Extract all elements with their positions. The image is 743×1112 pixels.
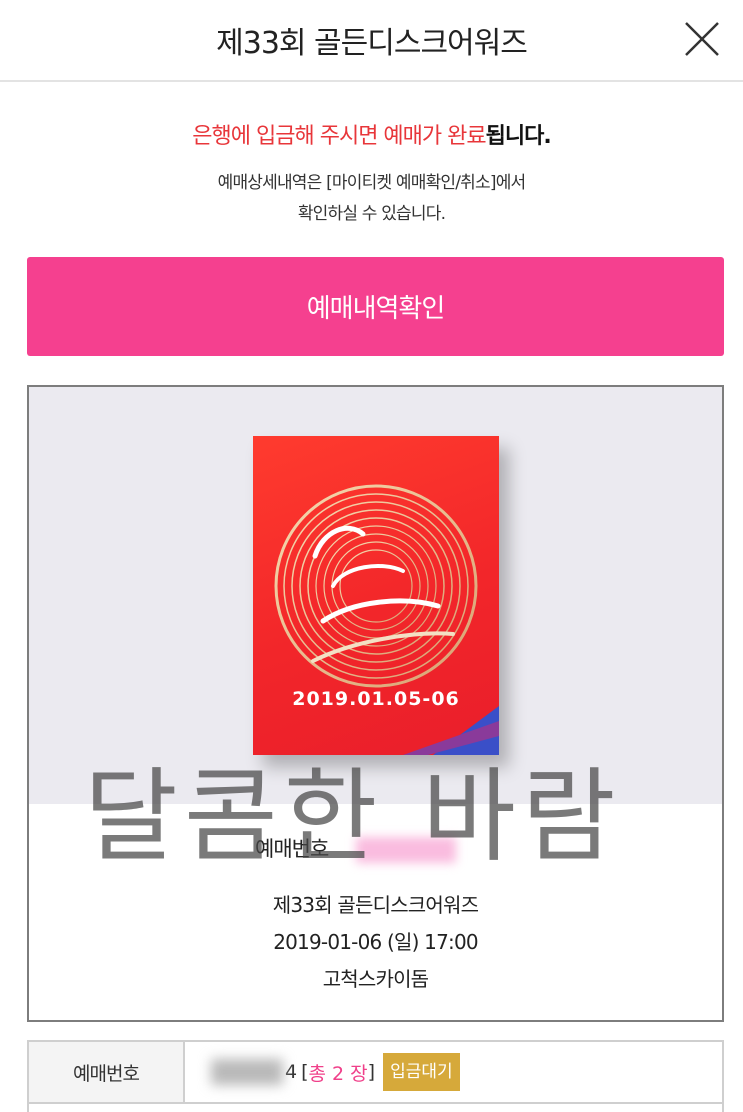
row-label: 예매번호: [29, 1042, 185, 1102]
reservation-number-suffix: 4: [285, 1061, 298, 1083]
ticket-count-open: [: [301, 1061, 309, 1083]
row-value: 4 [총 2 장] 입금대기: [201, 1052, 460, 1092]
watermark-text: 달콤한 바람: [84, 758, 622, 877]
event-datetime: 2019-01-06 (일) 17:00: [273, 930, 478, 954]
page-title: 제33회 골든디스크어워즈: [216, 26, 528, 61]
notice-sub-line-2: 확인하실 수 있습니다.: [297, 204, 446, 224]
view-reservation-button[interactable]: 예매내역확인: [27, 257, 724, 356]
status-badge: 입금대기: [383, 1053, 460, 1091]
ticket-card: 2019.01.05-06 예매번호 제33회 골든디스크어워즈 2019-01…: [27, 385, 724, 1022]
event-poster: 2019.01.05-06: [253, 436, 499, 755]
reservation-info-table: 예매번호 4 [총 2 장] 입금대기: [27, 1040, 724, 1112]
notice-sub-line-1: 예매상세내역은 [마이티켓 예매확인/취소]에서: [217, 173, 527, 193]
event-name: 제33회 골든디스크어워즈: [272, 893, 479, 917]
poster-date-text: 2019.01.05-06: [292, 688, 460, 710]
table-row: 예매번호 4 [총 2 장] 입금대기: [29, 1042, 722, 1104]
completion-notice: 은행에 입금해 주시면 예매가 완료됩니다.: [0, 118, 743, 150]
close-icon: [685, 22, 719, 56]
event-details: 제33회 골든디스크어워즈 2019-01-06 (일) 17:00 고척스카이…: [29, 887, 722, 998]
notice-red-text: 은행에 입금해 주시면 예매가 완료: [192, 124, 486, 149]
reservation-number-redacted: [211, 1059, 283, 1085]
notice-subtext: 예매상세내역은 [마이티켓 예매확인/취소]에서 확인하실 수 있습니다.: [0, 168, 743, 230]
close-button[interactable]: [683, 20, 721, 58]
ticket-count: 총 2 장: [308, 1062, 368, 1085]
notice-bold-text: 됩니다.: [485, 124, 552, 149]
event-venue: 고척스카이돔: [322, 967, 429, 991]
ticket-count-close: ]: [367, 1061, 376, 1083]
header-bar: 제33회 골든디스크어워즈: [0, 0, 743, 82]
